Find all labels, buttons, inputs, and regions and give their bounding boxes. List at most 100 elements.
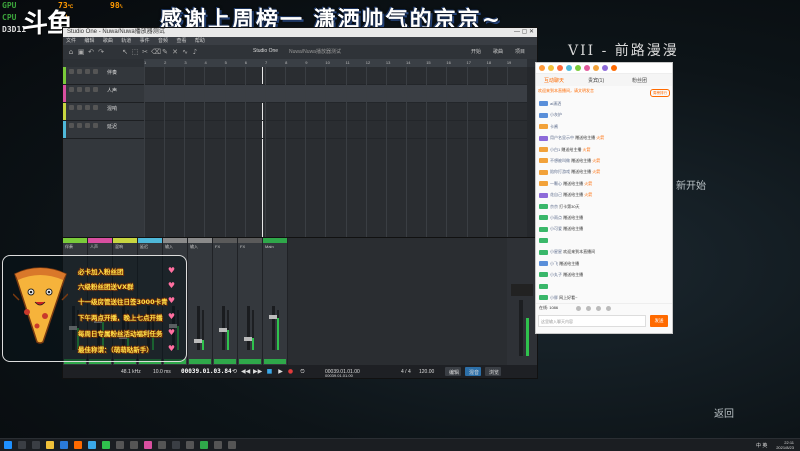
chat-username[interactable]: 小星星 [550, 249, 562, 254]
menu-event[interactable]: 事件 [140, 38, 150, 44]
chat-username[interactable]: 小灰护 [550, 112, 562, 117]
badge-icon[interactable] [602, 65, 608, 71]
crown-icon[interactable] [593, 65, 599, 71]
mute-button[interactable] [69, 123, 74, 128]
search-icon[interactable] [18, 441, 26, 449]
chat-username[interactable]: ai潇洒 [550, 101, 561, 106]
mixer-channel[interactable]: 输入 [188, 238, 213, 366]
play-icon[interactable]: ▶ [277, 368, 284, 375]
settings-icon[interactable] [606, 306, 611, 311]
metronome-icon[interactable]: ⏲ [299, 368, 306, 375]
chat-username[interactable]: 小白1 [550, 147, 560, 152]
home-icon[interactable]: ⌂ [67, 48, 75, 56]
menu-help[interactable]: 帮助 [195, 38, 205, 44]
record-arm-button[interactable] [85, 123, 90, 128]
arrow-tool-icon[interactable]: ↖ [121, 48, 129, 56]
chat-input[interactable]: 这里输入聊天内容 [538, 315, 646, 327]
save-icon[interactable]: ▣ [77, 48, 85, 56]
mute-tool-icon[interactable]: ✕ [171, 48, 179, 56]
chat-username[interactable]: 小可爱 [550, 226, 562, 231]
file-explorer-icon[interactable] [46, 441, 54, 449]
arrange-view[interactable]: 1 2 3 4 5 6 7 8 9 10 11 12 13 14 15 16 17 18 19 伴奏 人声 混响 延迟 [63, 59, 537, 237]
monitor-button[interactable] [93, 69, 98, 74]
tab-project[interactable]: 项目 [515, 48, 525, 55]
emoji-icon[interactable] [576, 306, 581, 311]
monitor-button[interactable] [93, 87, 98, 92]
solo-button[interactable] [77, 87, 82, 92]
fire-icon[interactable] [557, 65, 563, 71]
mute-button[interactable] [69, 69, 74, 74]
chat-username[interactable]: 一颗心 [550, 181, 562, 186]
window-controls[interactable]: — ▢ ✕ [514, 28, 534, 37]
browser-icon[interactable] [60, 441, 68, 449]
split-tool-icon[interactable]: ✂ [141, 48, 149, 56]
chat-username[interactable]: 小胖 [550, 295, 558, 300]
studio-one-icon[interactable] [172, 441, 180, 449]
douyu-app-icon[interactable] [74, 441, 82, 449]
tab-song[interactable]: 歌曲 [493, 48, 503, 55]
menu-view[interactable]: 查看 [176, 38, 186, 44]
track-lane[interactable] [144, 85, 527, 103]
record-arm-button[interactable] [85, 69, 90, 74]
track-header[interactable]: 人声 [63, 85, 144, 103]
app-icon[interactable] [116, 441, 124, 449]
record-arm-button[interactable] [85, 87, 90, 92]
chat-username[interactable]: 花自己 [550, 192, 562, 197]
gift-icon[interactable] [539, 65, 545, 71]
chat-username[interactable]: 陪你打游戏 [550, 169, 570, 174]
daw-title-bar[interactable]: Studio One - Nuwa/Nuwa播放器测试 — ▢ ✕ [63, 28, 537, 37]
redo-icon[interactable]: ↷ [97, 48, 105, 56]
wechat-icon[interactable] [102, 441, 110, 449]
tab-vip[interactable]: 贵宾(1) [588, 77, 604, 84]
eraser-tool-icon[interactable]: ⌫ [151, 48, 161, 56]
avatar[interactable] [611, 65, 617, 71]
windows-start-icon[interactable] [4, 441, 12, 449]
track-header[interactable]: 混响 [63, 103, 144, 121]
tab-chat[interactable]: 互动聊天 [544, 77, 564, 84]
record-arm-button[interactable] [85, 105, 90, 110]
rank-button[interactable]: 周榜排行 [650, 89, 670, 97]
image-icon[interactable] [586, 306, 591, 311]
solo-button[interactable] [77, 123, 82, 128]
track-lanes[interactable] [144, 67, 527, 237]
track-header[interactable]: 延迟 [63, 121, 144, 139]
channel-fader[interactable] [197, 306, 200, 350]
chat-username[interactable]: 用户名显示中 [550, 135, 575, 140]
app-icon[interactable] [214, 441, 222, 449]
mixer-channel[interactable]: Main [263, 238, 288, 366]
chat-username[interactable]: 小飞 [550, 261, 558, 266]
mixer-channel[interactable]: FX [213, 238, 238, 366]
paint-tool-icon[interactable]: ✎ [161, 48, 169, 56]
track-lane[interactable] [144, 121, 527, 139]
main-fader[interactable] [519, 300, 523, 356]
solo-button[interactable] [77, 69, 82, 74]
send-button[interactable]: 发送 [650, 315, 668, 327]
app-icon[interactable] [186, 441, 194, 449]
chat-username[interactable]: 不想被叫做 [550, 158, 570, 163]
obs-icon[interactable] [200, 441, 208, 449]
track-header[interactable]: 伴奏 [63, 67, 144, 85]
tab-start[interactable]: 开始 [471, 48, 481, 55]
bend-tool-icon[interactable]: ∿ [181, 48, 189, 56]
menu-track[interactable]: 轨道 [121, 38, 131, 44]
diamond-icon[interactable] [566, 65, 572, 71]
qq-icon[interactable] [88, 441, 96, 449]
system-clock[interactable]: 22:11 2021/8/23 [776, 440, 794, 450]
channel-fader[interactable] [272, 306, 275, 350]
chat-username[interactable]: 卡酱 [550, 124, 558, 129]
mute-button[interactable] [69, 105, 74, 110]
loop-icon[interactable]: ⟲ [231, 368, 238, 375]
forward-icon[interactable]: ▶▶ [253, 368, 262, 375]
chat-username[interactable]: 小雨点 [550, 215, 562, 220]
monitor-button[interactable] [93, 105, 98, 110]
chat-username[interactable]: 小丸子 [550, 272, 562, 277]
menu-audio[interactable]: 音频 [158, 38, 168, 44]
app-icon[interactable] [144, 441, 152, 449]
rewind-icon[interactable]: ◀◀ [241, 368, 250, 375]
channel-fader[interactable] [247, 306, 250, 350]
chat-username[interactable]: 京京 [550, 204, 558, 209]
app-icon[interactable] [158, 441, 166, 449]
star-icon[interactable] [548, 65, 554, 71]
gift-panel-icon[interactable] [596, 306, 601, 311]
mixer-channel[interactable]: FX [238, 238, 263, 366]
